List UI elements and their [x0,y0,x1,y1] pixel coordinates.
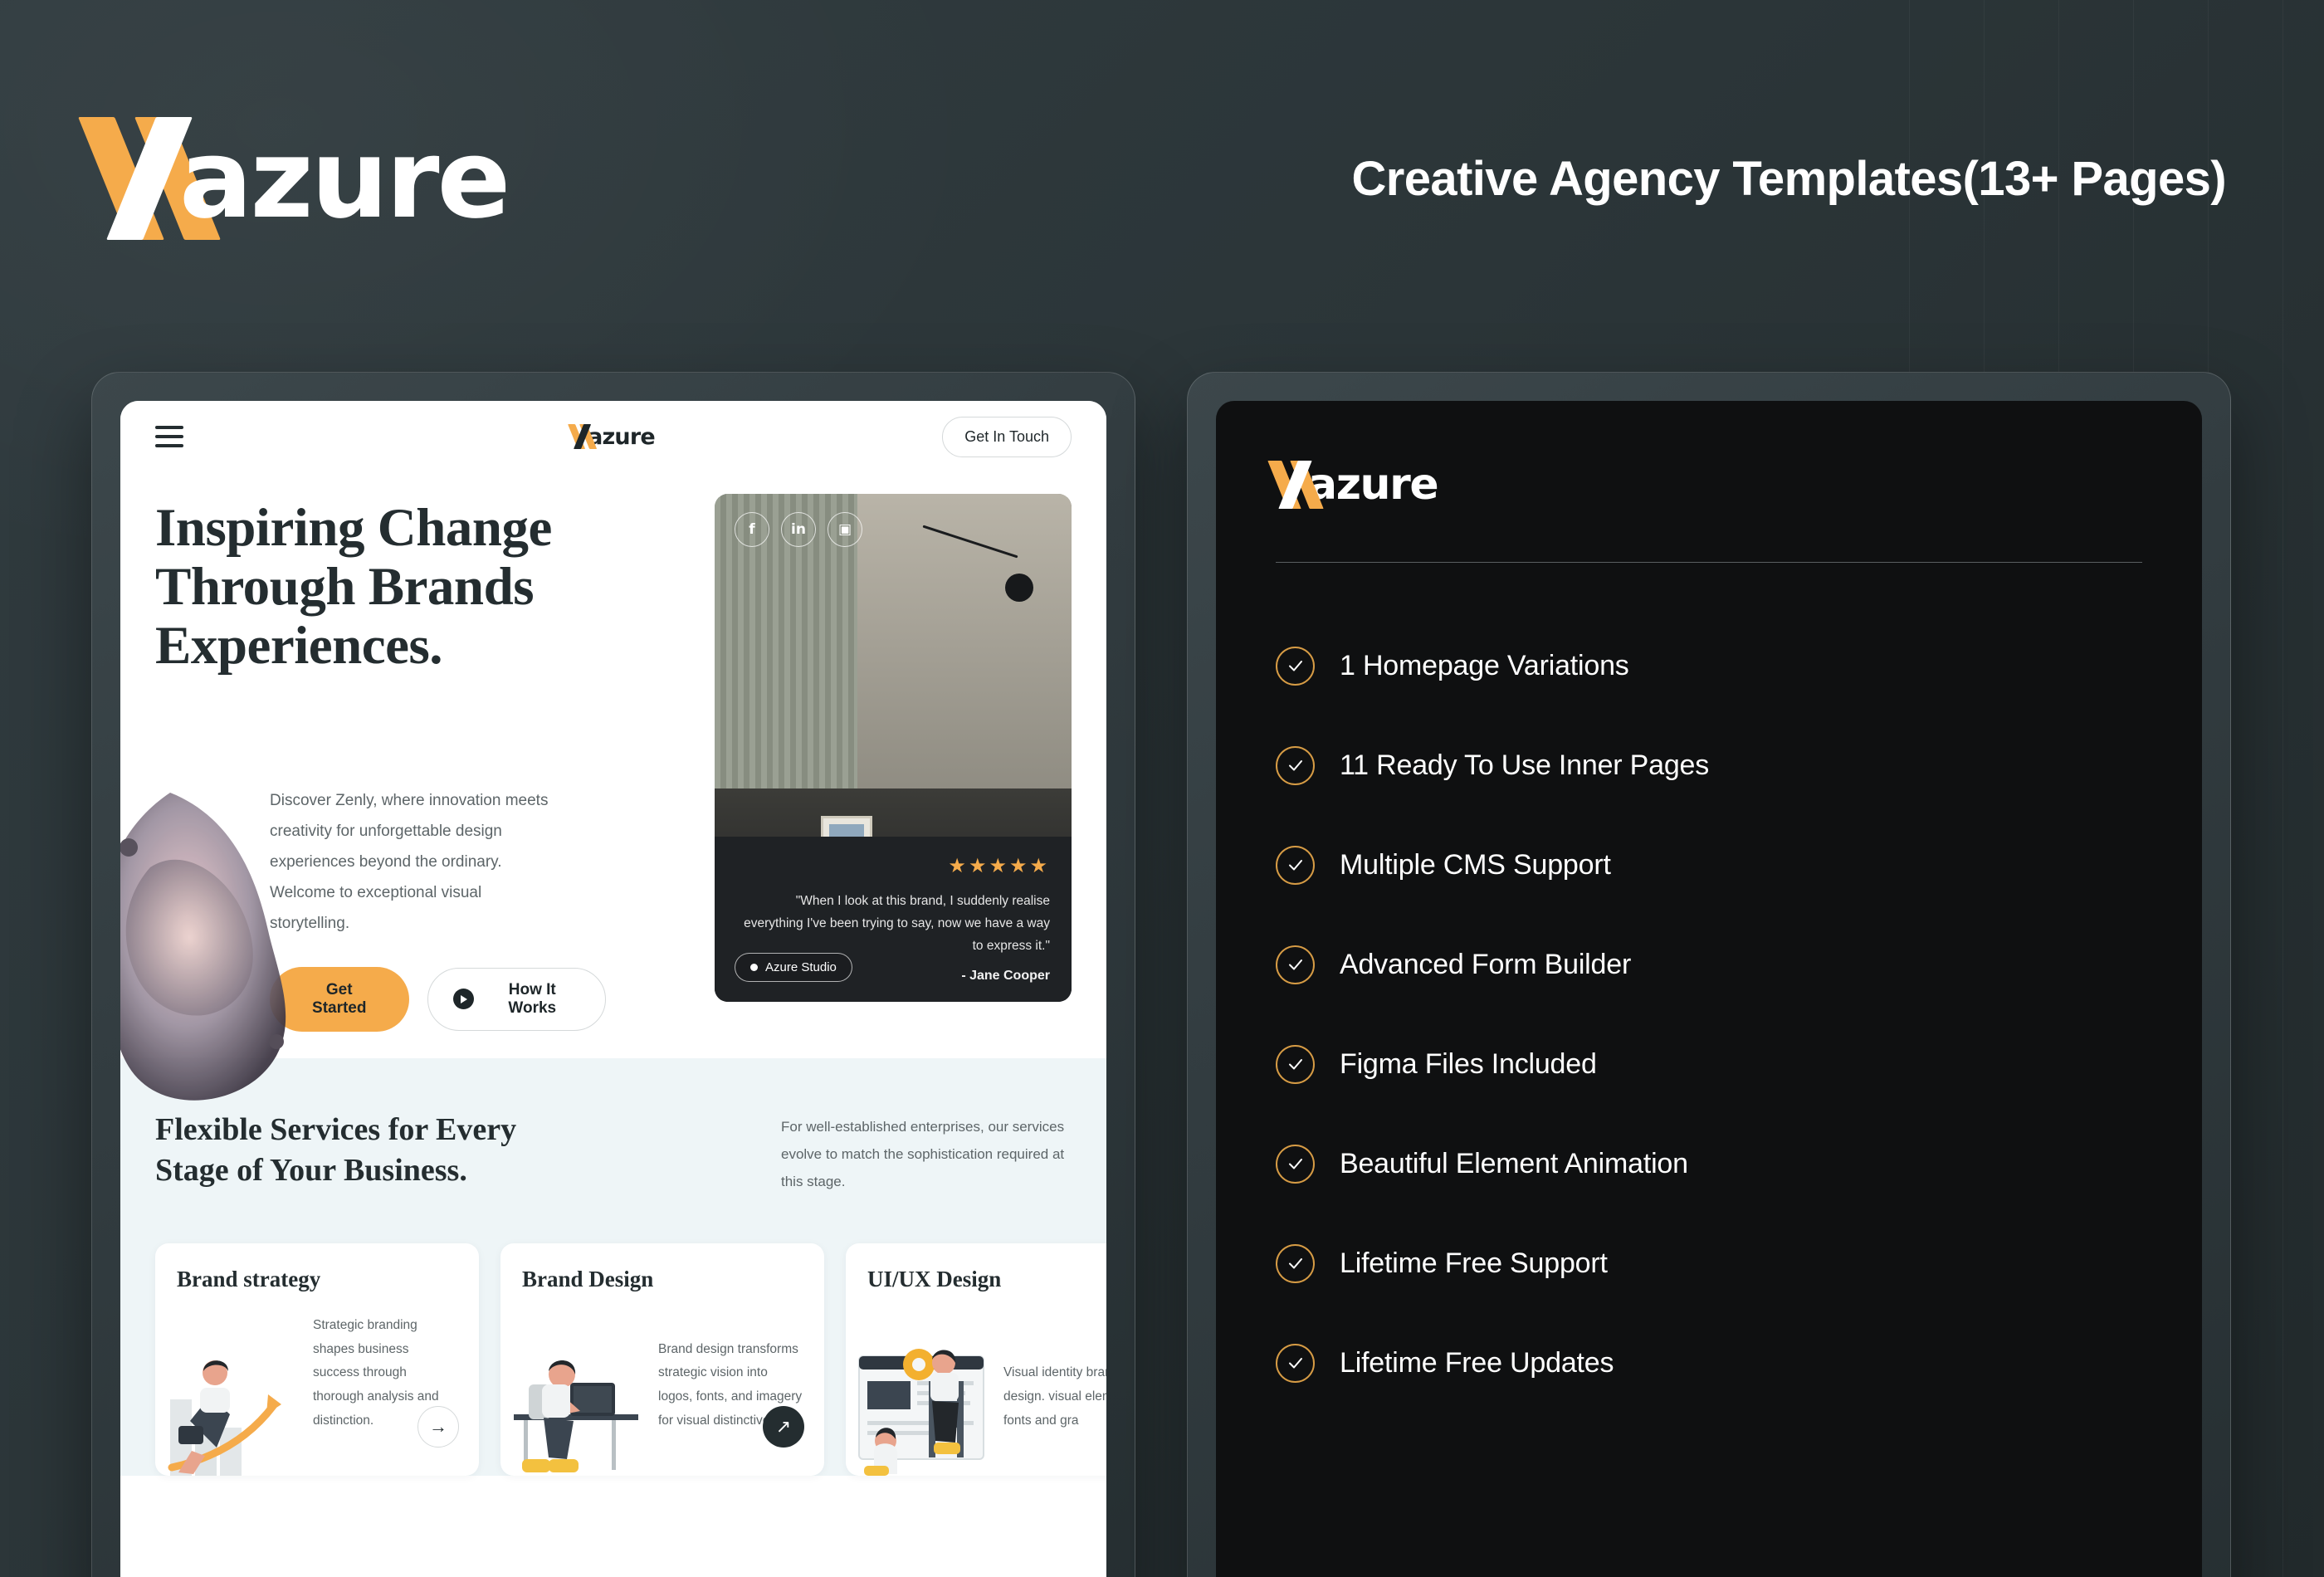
how-it-works-button[interactable]: How It Works [427,967,606,1031]
check-circle-icon [1276,745,1315,785]
services-header: Flexible Services for Every Stage of You… [155,1110,1072,1195]
hero-content: Inspiring Change Through Brands Experien… [120,479,606,1101]
services-section: Flexible Services for Every Stage of You… [120,1058,1106,1477]
ink-splash-decoration [120,793,286,1101]
mockup-stage: azure Get In Touch Inspiring Change Thro… [0,357,2324,1577]
services-heading: Flexible Services for Every Stage of You… [155,1112,517,1189]
hero-section: Inspiring Change Through Brands Experien… [120,472,1106,1101]
brand-strategy-illustration [168,1360,281,1477]
feature-item: Multiple CMS Support [1276,815,2142,915]
hamburger-icon[interactable] [155,426,183,447]
status-dot-icon [750,964,758,971]
feature-panel: azure 1 Homepage Variations 11 Ready To … [1216,401,2202,1577]
service-card-arrow-button[interactable]: → [417,1406,459,1448]
feature-label: Advanced Form Builder [1340,948,1632,980]
service-card-title: Brand Design [522,1267,654,1292]
how-it-works-label: How It Works [508,980,557,1017]
page-title: Creative Agency Templates(13+ Pages) [1351,151,2227,206]
service-card[interactable]: Brand strategy Strategic branding shapes… [155,1243,479,1477]
service-card[interactable]: UI/UX Design Visual identity brand desig… [846,1243,1106,1477]
testimonial-quote: "When I look at this brand, I suddenly r… [744,893,1050,953]
feature-item: 1 Homepage Variations [1276,616,2142,715]
services-subtext: For well-established enterprises, our se… [781,1119,1065,1190]
site-logo-label: azure [588,423,656,450]
feature-item: 11 Ready To Use Inner Pages [1276,715,2142,815]
service-card[interactable]: Brand Design Brand design transforms str… [500,1243,824,1477]
studio-badge-label: Azure Studio [765,960,837,974]
feature-item: Lifetime Free Updates [1276,1313,2142,1413]
x-monogram-icon [1267,459,1324,510]
check-circle-icon [1276,845,1315,885]
service-card-body: Visual identity brand design. visual ele… [1003,1365,1106,1428]
feature-label: Lifetime Free Updates [1340,1346,1614,1379]
feature-item: Advanced Form Builder [1276,915,2142,1014]
check-circle-icon [1276,646,1315,686]
panel-logo-label: azure [1308,460,1439,510]
feature-label: Figma Files Included [1340,1047,1597,1080]
get-in-touch-button[interactable]: Get In Touch [942,416,1072,457]
check-circle-icon [1276,1144,1315,1184]
instagram-icon[interactable]: ▣ [828,512,862,547]
studio-badge: Azure Studio [735,953,852,982]
feature-item: Figma Files Included [1276,1014,2142,1114]
check-circle-icon [1276,1343,1315,1383]
social-links: f in ▣ [735,512,862,547]
x-monogram-icon [568,423,598,450]
service-card-arrow-button[interactable]: ↗ [763,1406,804,1448]
feature-label: Beautiful Element Animation [1340,1147,1688,1179]
brand-logo: azure [78,108,510,249]
feature-item: Lifetime Free Support [1276,1213,2142,1313]
play-icon [452,989,474,1010]
brand-wordmark: azure [179,115,510,242]
service-card-title: Brand strategy [177,1267,321,1292]
tablet-screen: azure Get In Touch Inspiring Change Thro… [120,401,1106,1577]
tablet-mockup: azure Get In Touch Inspiring Change Thro… [91,372,1135,1577]
feature-label: 11 Ready To Use Inner Pages [1340,749,1710,781]
services-card-list: Brand strategy Strategic branding shapes… [155,1243,1106,1477]
hero-heading: Inspiring Change Through Brands Experien… [155,498,552,676]
panel-divider [1276,562,2142,563]
feature-panel-mockup: azure 1 Homepage Variations 11 Ready To … [1187,372,2231,1577]
check-circle-icon [1276,945,1315,984]
service-card-title: UI/UX Design [867,1267,1002,1292]
site-logo[interactable]: azure [568,423,656,450]
panel-logo: azure [1267,456,2142,514]
feature-list: 1 Homepage Variations 11 Ready To Use In… [1276,616,2142,1413]
feature-label: Lifetime Free Support [1340,1247,1608,1279]
facebook-icon[interactable]: f [735,512,769,547]
lamp-head-decoration [1005,574,1033,602]
brand-design-illustration [514,1360,638,1473]
feature-label: 1 Homepage Variations [1340,649,1629,681]
check-circle-icon [1276,1044,1315,1084]
page-header: azure Creative Agency Templates(13+ Page… [0,0,2324,357]
hero-image-card: f in ▣ Azure Studio ★★★★★ "When I look a… [715,494,1072,1002]
feature-label: Multiple CMS Support [1340,848,1611,881]
linkedin-icon[interactable]: in [781,512,816,547]
check-circle-icon [1276,1243,1315,1283]
rating-stars-icon: ★★★★★ [948,854,1050,877]
feature-item: Beautiful Element Animation [1276,1114,2142,1213]
site-navbar: azure Get In Touch [120,401,1106,472]
uiux-design-illustration [858,1349,984,1477]
